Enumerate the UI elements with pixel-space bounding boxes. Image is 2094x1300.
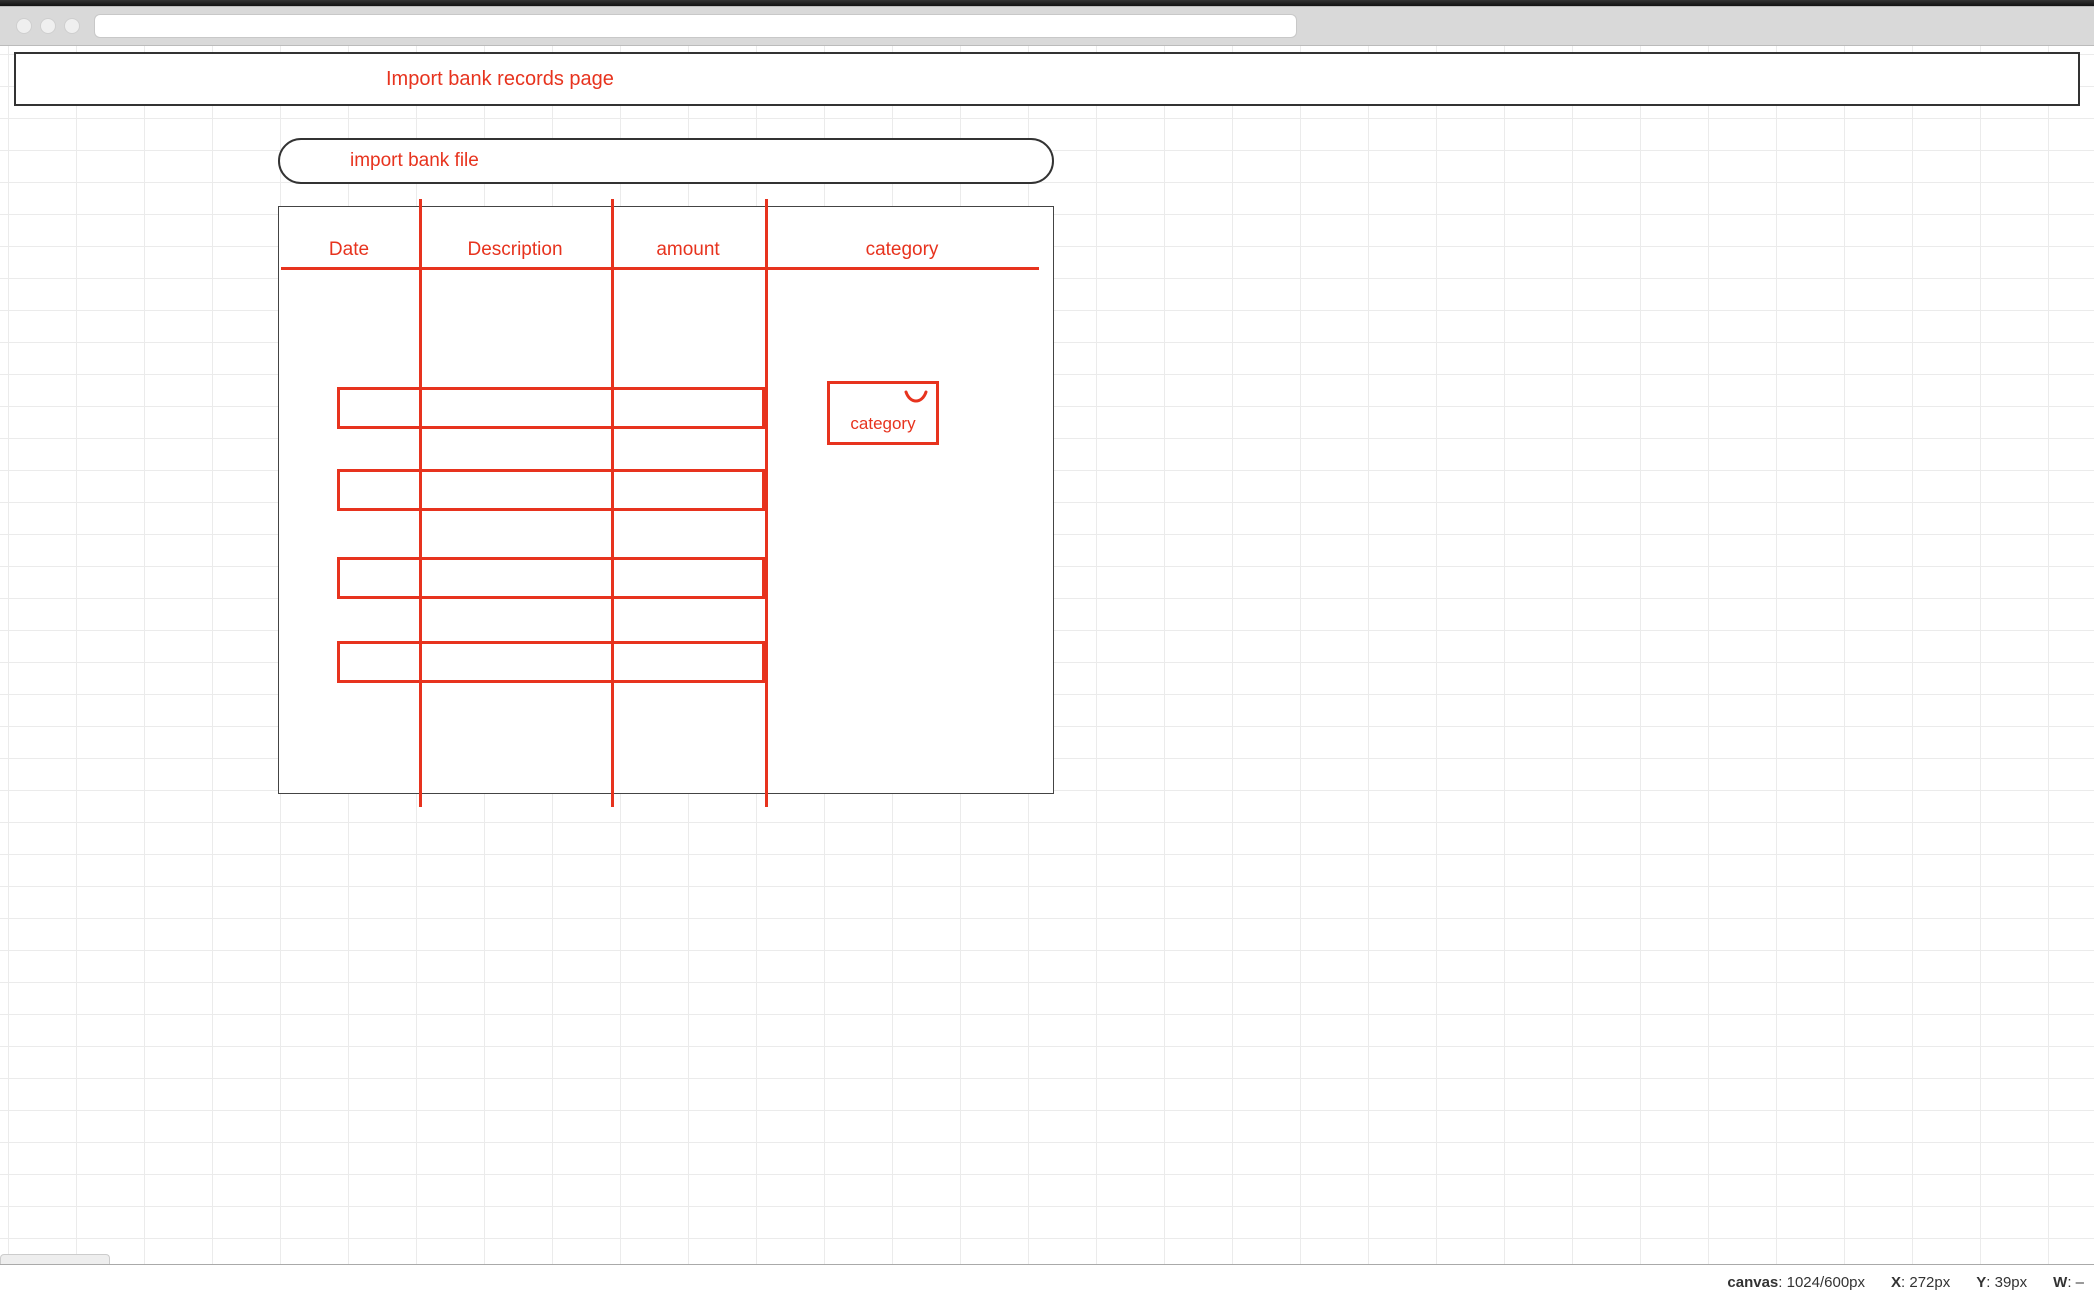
status-x-label: X (1891, 1274, 1901, 1291)
table-header-description: Description (419, 239, 611, 261)
import-bank-file-button[interactable]: import bank file (278, 138, 1054, 184)
table-header-amount: amount (611, 239, 765, 261)
table-header-date: Date (279, 239, 419, 261)
import-button-label: import bank file (350, 150, 479, 172)
table-row[interactable] (337, 387, 765, 429)
status-w: W: – (2053, 1274, 2084, 1291)
category-dropdown-label: category (850, 414, 915, 434)
bottom-tab-hint (0, 1254, 110, 1264)
mockup-canvas[interactable]: Import bank records page import bank fil… (0, 46, 2094, 1264)
browser-chrome-bar (0, 6, 2094, 46)
status-canvas-value: 1024/600px (1787, 1274, 1865, 1291)
chevron-down-icon (904, 390, 928, 408)
status-y: Y: 39px (1976, 1274, 2027, 1291)
table-row[interactable] (337, 557, 765, 599)
table-row[interactable] (337, 641, 765, 683)
table-row[interactable] (337, 469, 765, 511)
status-canvas-label: canvas (1727, 1274, 1778, 1291)
records-table-box[interactable]: Date Description amount category categor… (278, 206, 1054, 794)
window-controls (16, 18, 80, 34)
url-input[interactable] (94, 14, 1297, 38)
window-minimize-button[interactable] (40, 18, 56, 34)
category-dropdown[interactable]: category (827, 381, 939, 445)
status-w-label: W (2053, 1274, 2067, 1291)
window-maximize-button[interactable] (64, 18, 80, 34)
tick-mark (765, 199, 768, 219)
table-header-category: category (765, 239, 1039, 261)
header-underline (281, 267, 1039, 270)
page-title-box[interactable]: Import bank records page (14, 52, 2080, 106)
page-title: Import bank records page (386, 68, 614, 91)
status-bar: canvas: 1024/600px X: 272px Y: 39px W: – (0, 1264, 2094, 1300)
column-separator-3 (765, 199, 768, 807)
status-x: X: 272px (1891, 1274, 1950, 1291)
status-x-value: 272px (1909, 1274, 1950, 1291)
status-canvas: canvas: 1024/600px (1727, 1274, 1865, 1291)
window-close-button[interactable] (16, 18, 32, 34)
status-w-value: – (2076, 1274, 2084, 1291)
status-y-value: 39px (1995, 1274, 2028, 1291)
status-y-label: Y (1976, 1274, 1986, 1291)
